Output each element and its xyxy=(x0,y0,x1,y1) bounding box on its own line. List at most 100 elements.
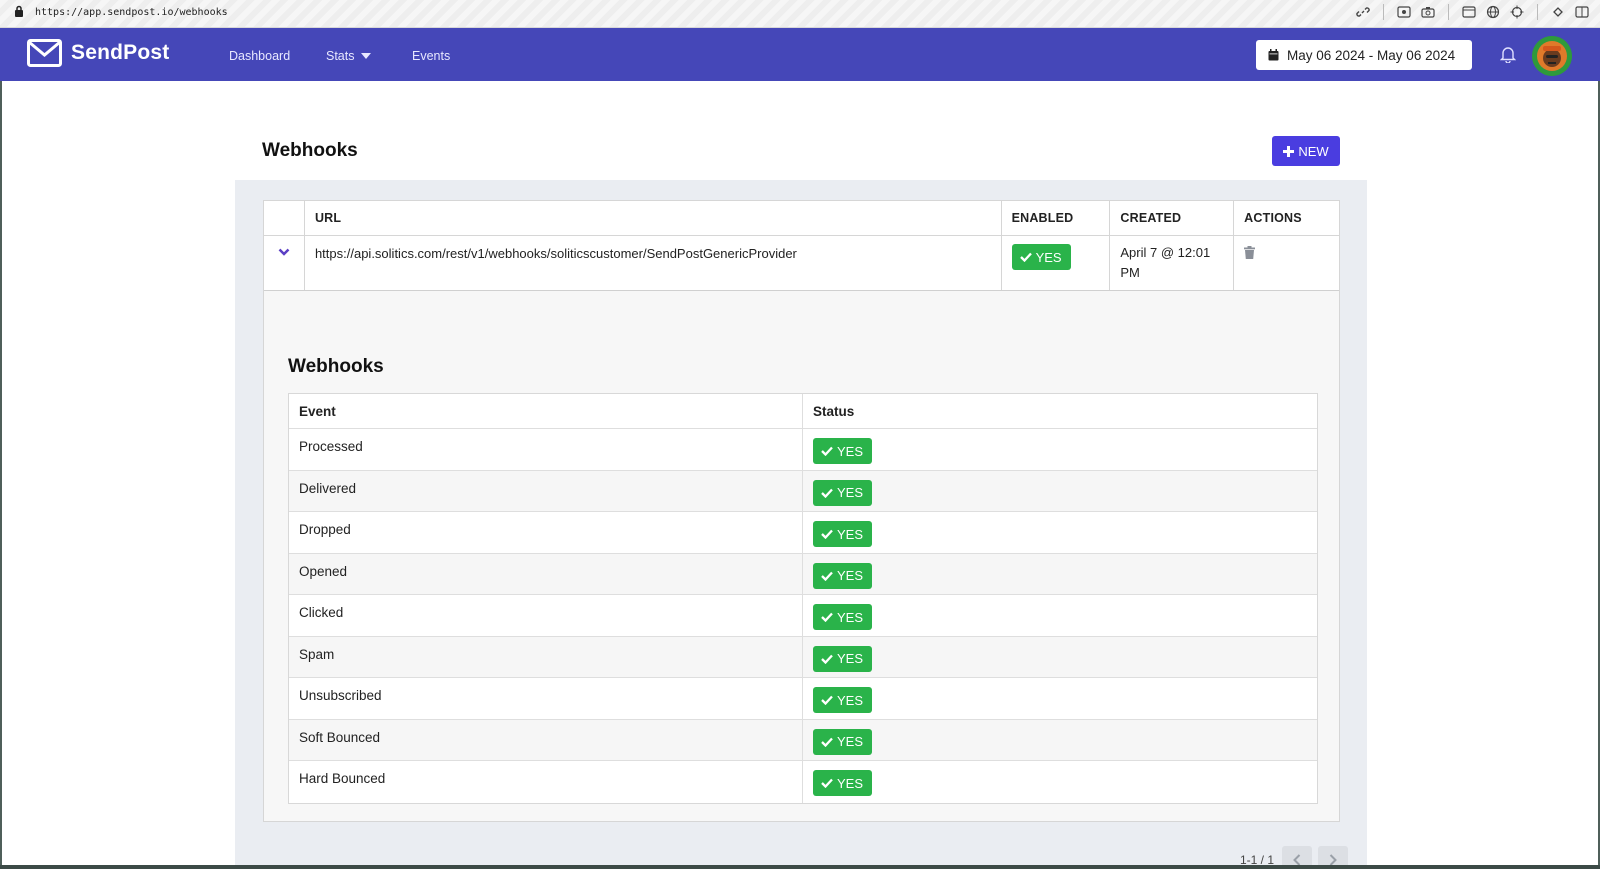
event-row: Processed YES xyxy=(289,429,1317,471)
event-row: Dropped YES xyxy=(289,512,1317,554)
event-row: Spam YES xyxy=(289,636,1317,678)
webhooks-card: Webhooks NEW URL ENABLED CREATED ACTIONS xyxy=(235,128,1367,869)
check-icon xyxy=(821,529,833,539)
date-range-picker[interactable]: May 06 2024 - May 06 2024 xyxy=(1256,40,1472,70)
link-icon[interactable] xyxy=(1355,4,1371,20)
details-title: Webhooks xyxy=(288,356,384,377)
event-name: Unsubscribed xyxy=(289,678,803,719)
camera-icon[interactable] xyxy=(1420,4,1436,20)
new-button-label: NEW xyxy=(1298,143,1329,159)
status-label: YES xyxy=(837,526,864,542)
nav-stats-label: Stats xyxy=(326,49,355,63)
header-status: Status xyxy=(813,404,855,419)
enabled-badge: YES xyxy=(1011,244,1071,270)
events-body: Processed YES Delivered YES Dropped YES Opened… xyxy=(289,429,1317,803)
event-status-cell: YES xyxy=(803,429,1317,470)
user-avatar[interactable] xyxy=(1532,36,1572,76)
check-icon xyxy=(821,488,833,498)
plus-icon xyxy=(1283,145,1295,157)
table-row: https://api.solitics.com/rest/v1/webhook… xyxy=(264,236,1339,291)
nav-events[interactable]: Events xyxy=(412,49,450,63)
event-row: Clicked YES xyxy=(289,595,1317,637)
status-badge: YES xyxy=(813,562,873,589)
new-webhook-button[interactable]: NEW xyxy=(1272,136,1340,166)
event-name: Soft Bounced xyxy=(289,719,803,760)
status-badge: YES xyxy=(813,728,873,755)
address-bar-url[interactable]: https://app.sendpost.io/webhooks xyxy=(35,7,228,18)
toolbar-divider xyxy=(1537,4,1538,20)
nav-stats-dropdown[interactable]: Stats xyxy=(326,49,371,63)
trash-icon[interactable] xyxy=(1244,246,1256,259)
status-label: YES xyxy=(837,443,864,459)
status-badge: YES xyxy=(813,479,873,506)
table-header-row: URL ENABLED CREATED ACTIONS xyxy=(264,201,1339,236)
status-badge: YES xyxy=(813,687,873,713)
status-badge: YES xyxy=(813,770,873,796)
event-name: Processed xyxy=(289,429,803,470)
check-icon xyxy=(821,612,833,622)
toolbar-divider xyxy=(1383,4,1384,20)
toolbar-divider xyxy=(1448,4,1449,20)
envelope-icon xyxy=(27,39,62,67)
header-actions: ACTIONS xyxy=(1244,211,1302,225)
nav-dashboard[interactable]: Dashboard xyxy=(229,49,290,63)
card-body: URL ENABLED CREATED ACTIONS https://api.… xyxy=(235,180,1367,869)
enabled-cell: YES xyxy=(1002,236,1111,290)
chevron-down-icon xyxy=(278,248,290,256)
extensions-icon[interactable] xyxy=(1550,4,1566,20)
status-badge: YES xyxy=(813,438,873,464)
check-icon xyxy=(821,654,833,664)
status-label: YES xyxy=(837,568,864,583)
event-status-cell: YES xyxy=(803,678,1317,719)
event-status-cell: YES xyxy=(803,761,1317,803)
header-url: URL xyxy=(305,201,1002,235)
browser-toolbar xyxy=(1355,4,1590,20)
top-navbar: SendPost Dashboard Stats Events May 06 2… xyxy=(0,28,1600,81)
check-icon xyxy=(821,737,833,747)
event-status-cell: YES xyxy=(803,512,1317,553)
brand-logo[interactable]: SendPost xyxy=(27,39,169,67)
crosshair-icon[interactable] xyxy=(1509,4,1525,20)
expand-row-toggle[interactable] xyxy=(264,236,305,290)
events-table: Event Status Processed YES Delivered YES Dro… xyxy=(288,393,1318,804)
check-icon xyxy=(821,695,833,705)
webhooks-table: URL ENABLED CREATED ACTIONS https://api.… xyxy=(263,200,1340,822)
event-name: Spam xyxy=(289,636,803,677)
event-name: Dropped xyxy=(289,512,803,553)
event-status-cell: YES xyxy=(803,637,1317,678)
browser-bar: https://app.sendpost.io/webhooks xyxy=(0,0,1600,28)
status-label: YES xyxy=(837,609,864,625)
page-title: Webhooks xyxy=(262,140,358,161)
terminal-icon[interactable] xyxy=(1461,4,1477,20)
check-icon xyxy=(821,571,833,581)
events-header-row: Event Status xyxy=(289,394,1317,429)
event-row: Unsubscribed YES xyxy=(289,678,1317,720)
header-expand xyxy=(264,201,305,235)
check-icon xyxy=(1019,252,1032,262)
status-label: YES xyxy=(837,651,864,666)
sidebar-toggle-icon[interactable] xyxy=(1574,4,1590,20)
calendar-icon xyxy=(1268,49,1279,61)
check-icon xyxy=(821,446,833,456)
event-row: Soft Bounced YES xyxy=(289,719,1317,761)
event-row: Opened YES xyxy=(289,553,1317,595)
globe-icon[interactable] xyxy=(1485,4,1501,20)
event-status-cell: YES xyxy=(803,554,1317,595)
status-label: YES xyxy=(837,692,864,708)
event-status-cell: YES xyxy=(803,720,1317,761)
event-row: Hard Bounced YES xyxy=(289,761,1317,803)
header-enabled: ENABLED xyxy=(1002,201,1111,235)
status-label: YES xyxy=(837,734,864,749)
status-label: YES xyxy=(837,775,864,791)
screenshot-icon[interactable] xyxy=(1396,4,1412,20)
created-date: April 7 @ 12:01 PM xyxy=(1110,236,1235,290)
actions-cell xyxy=(1234,236,1339,290)
window-edge-bottom xyxy=(0,865,1600,869)
event-name: Opened xyxy=(289,553,803,594)
date-range-text: May 06 2024 - May 06 2024 xyxy=(1287,47,1456,63)
header-event: Event xyxy=(289,394,803,428)
event-status-cell: YES xyxy=(803,471,1317,512)
brand-name: SendPost xyxy=(71,41,170,64)
bell-icon[interactable] xyxy=(1500,45,1516,63)
event-name: Clicked xyxy=(289,595,803,636)
